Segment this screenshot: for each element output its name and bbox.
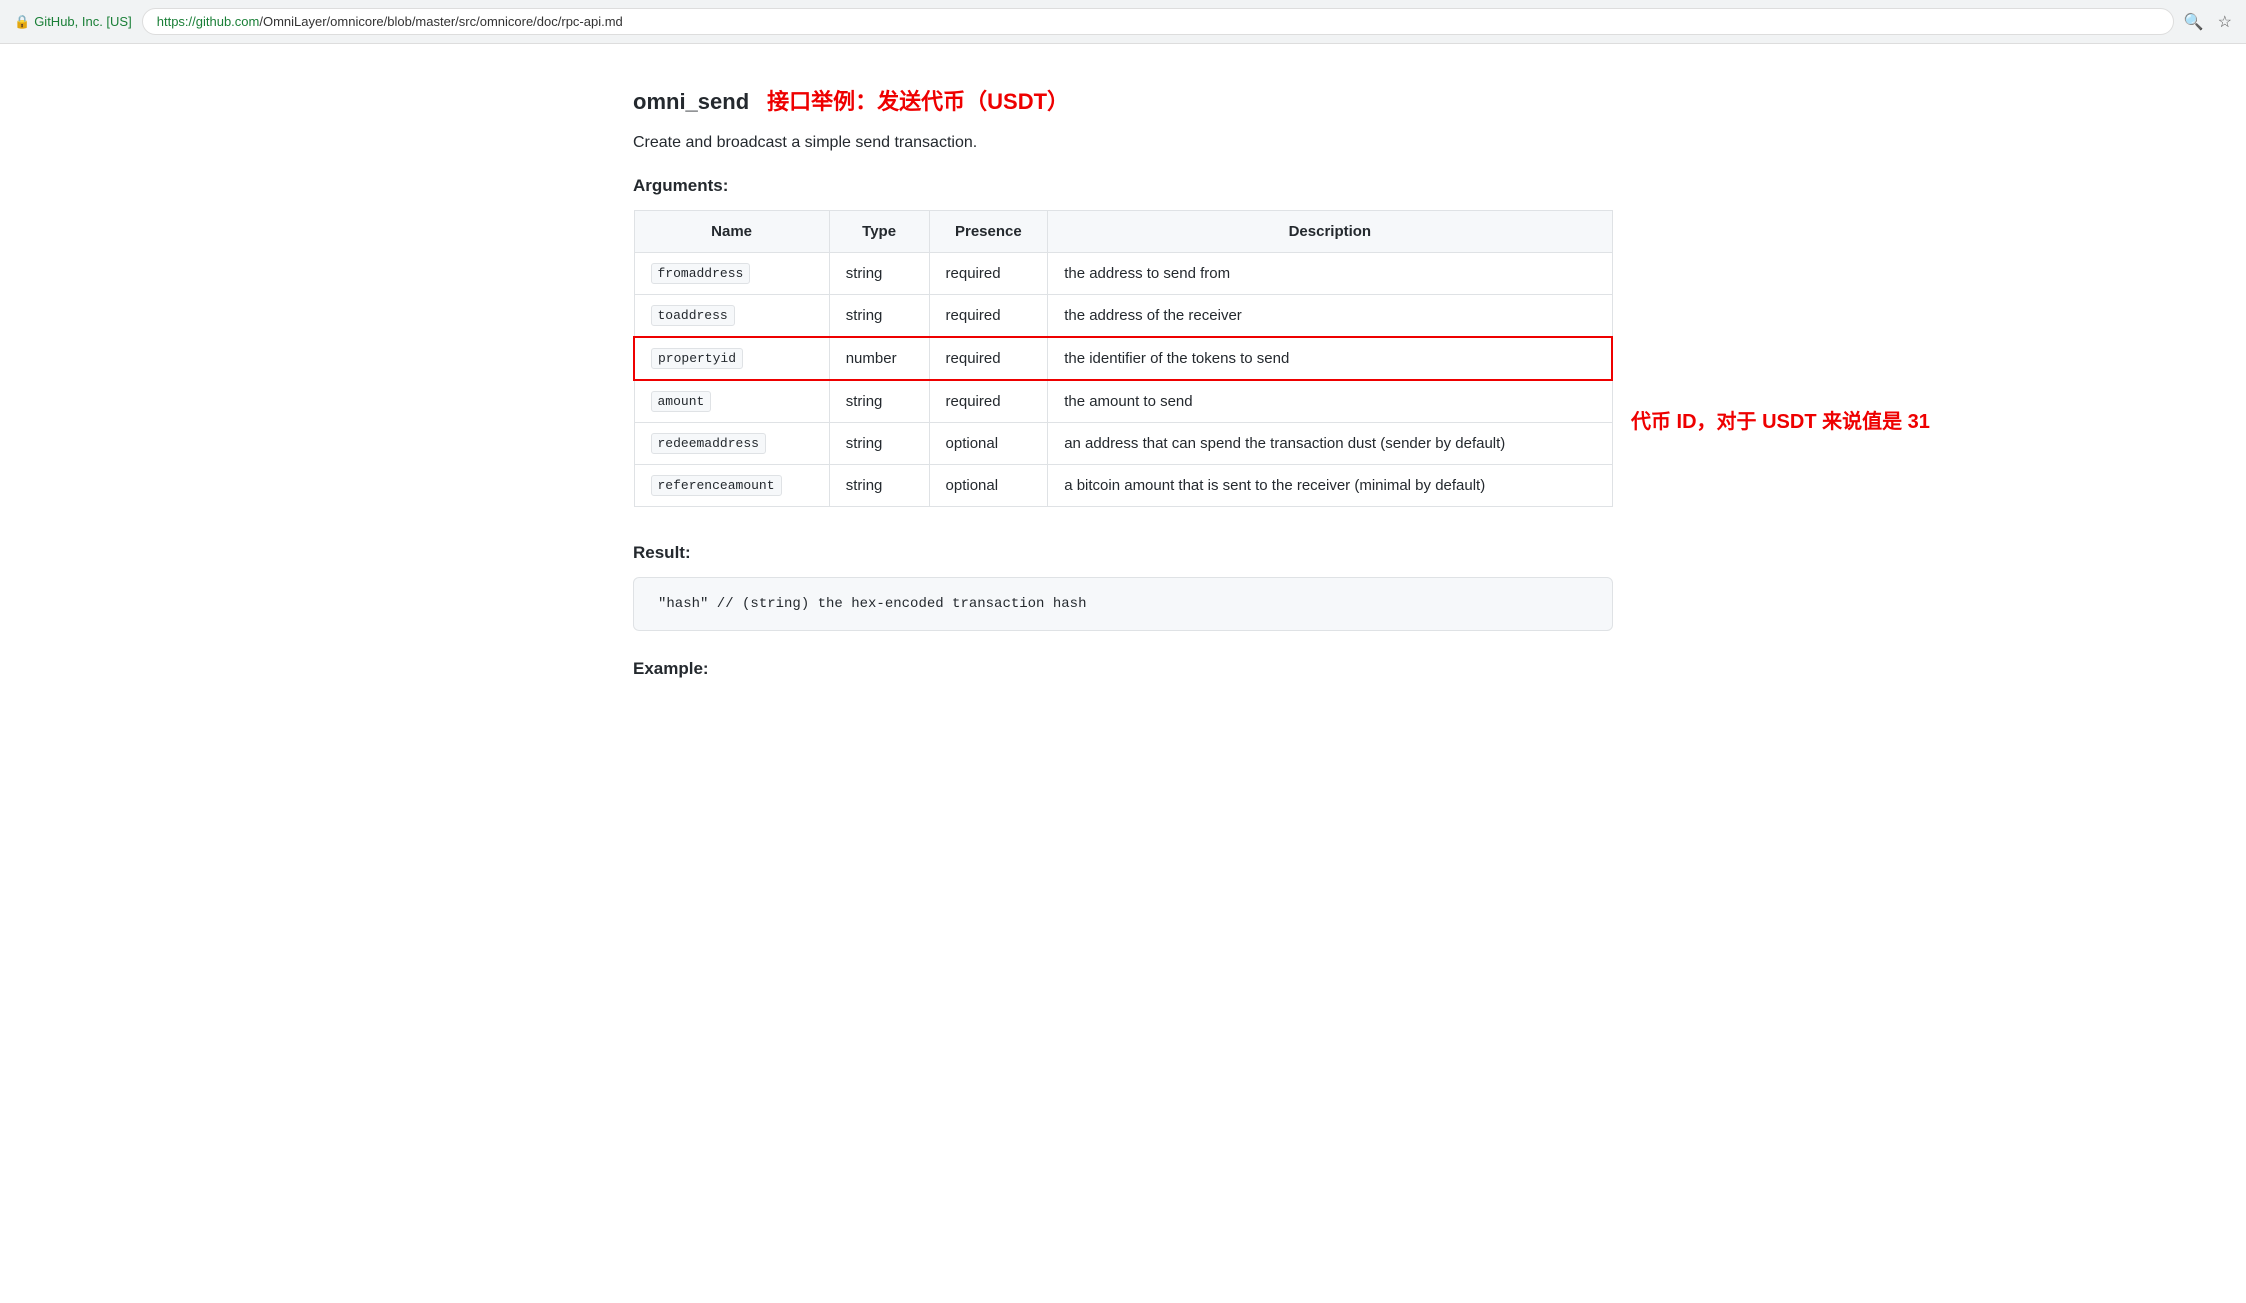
result-section: Result: "hash" // (string) the hex-encod… (633, 543, 1613, 631)
cell-presence: optional (929, 465, 1048, 507)
cell-name: toaddress (634, 295, 829, 338)
url-green: https://github.com (157, 14, 260, 29)
table-row: fromaddress string required the address … (634, 253, 1612, 295)
page-description: Create and broadcast a simple send trans… (633, 134, 1613, 152)
example-heading: Example: (633, 659, 1613, 679)
browser-bar: 🔒 GitHub, Inc. [US] https://github.com /… (0, 0, 2246, 44)
result-code: "hash" // (string) the hex-encoded trans… (658, 596, 1086, 612)
name-code-amount: amount (651, 391, 712, 412)
cell-presence: required (929, 380, 1048, 423)
name-code: toaddress (651, 305, 735, 326)
table-row: redeemaddress string optional an address… (634, 423, 1612, 465)
result-heading: Result: (633, 543, 1613, 563)
cell-description: the address to send from (1048, 253, 1612, 295)
arguments-heading: Arguments: (633, 176, 1613, 196)
table-row: toaddress string required the address of… (634, 295, 1612, 338)
cell-name: referenceamount (634, 465, 829, 507)
title-row: omni_send 接口举例：发送代币（USDT） (633, 84, 1613, 116)
search-icon[interactable]: 🔍 (2184, 12, 2204, 32)
table-container: Name Type Presence Description fromaddre… (633, 210, 1613, 543)
cell-description: a bitcoin amount that is sent to the rec… (1048, 465, 1612, 507)
url-dark: /OmniLayer/omnicore/blob/master/src/omni… (259, 14, 622, 29)
security-indicator: 🔒 GitHub, Inc. [US] (14, 14, 132, 30)
page-title: omni_send (633, 89, 749, 115)
table-body: fromaddress string required the address … (634, 253, 1612, 507)
url-bar[interactable]: https://github.com /OmniLayer/omnicore/b… (142, 8, 2174, 35)
browser-icons: 🔍 ☆ (2184, 12, 2232, 32)
cell-type: string (829, 423, 929, 465)
table-row-highlighted: propertyid number required the identifie… (634, 337, 1612, 380)
cell-type: string (829, 465, 929, 507)
cell-type: string (829, 295, 929, 338)
cell-name: redeemaddress (634, 423, 829, 465)
arguments-table: Name Type Presence Description fromaddre… (633, 210, 1613, 507)
cell-type: number (829, 337, 929, 380)
table-header: Name Type Presence Description (634, 211, 1612, 253)
col-presence: Presence (929, 211, 1048, 253)
result-code-block: "hash" // (string) the hex-encoded trans… (633, 577, 1613, 631)
name-code: fromaddress (651, 263, 751, 284)
cell-name: fromaddress (634, 253, 829, 295)
page-subtitle: 接口举例：发送代币（USDT） (767, 84, 1069, 116)
cell-description: the amount to send (1048, 380, 1612, 423)
cell-presence: optional (929, 423, 1048, 465)
col-name: Name (634, 211, 829, 253)
security-label: GitHub, Inc. [US] (34, 14, 132, 29)
cell-description: the identifier of the tokens to send (1048, 337, 1612, 380)
name-code-redeemaddress: redeemaddress (651, 433, 766, 454)
name-code-propertyid: propertyid (651, 348, 743, 369)
cell-presence: required (929, 337, 1048, 380)
lock-icon: 🔒 (14, 14, 30, 30)
propertyid-annotation: 代币 ID，对于 USDT 来说值是 31 (1631, 405, 1930, 434)
name-code-referenceamount: referenceamount (651, 475, 782, 496)
cell-type: string (829, 380, 929, 423)
table-row: referenceamount string optional a bitcoi… (634, 465, 1612, 507)
cell-presence: required (929, 253, 1048, 295)
cell-description: the address of the receiver (1048, 295, 1612, 338)
star-icon[interactable]: ☆ (2218, 12, 2232, 32)
cell-description: an address that can spend the transactio… (1048, 423, 1612, 465)
col-type: Type (829, 211, 929, 253)
cell-name: amount (634, 380, 829, 423)
table-row: amount string required the amount to sen… (634, 380, 1612, 423)
col-description: Description (1048, 211, 1612, 253)
cell-name: propertyid (634, 337, 829, 380)
cell-type: string (829, 253, 929, 295)
main-content: omni_send 接口举例：发送代币（USDT） Create and bro… (573, 44, 1673, 719)
cell-presence: required (929, 295, 1048, 338)
